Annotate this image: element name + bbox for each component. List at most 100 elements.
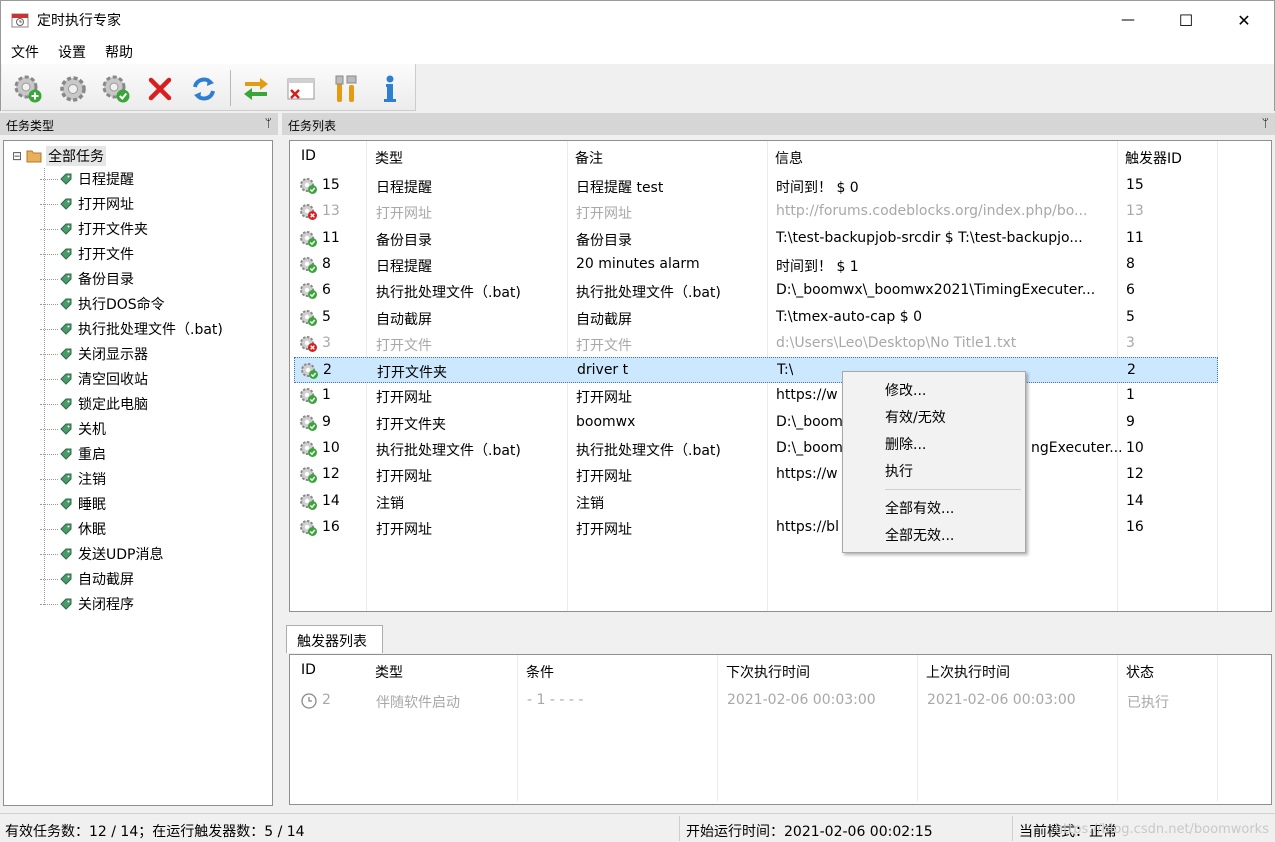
task-type-title: 任务类型 — [6, 119, 55, 133]
close-window-button[interactable] — [285, 73, 317, 105]
trigger-header-condition[interactable]: 条件 — [526, 662, 554, 682]
task-row[interactable]: 2 打开文件夹 driver t T:\ 2 — [294, 357, 1218, 384]
tree-item-label: 执行DOS命令 — [78, 297, 165, 313]
tree-item-label: 休眠 — [78, 522, 106, 538]
tree-item[interactable]: 打开网址 — [40, 193, 134, 215]
tree-item[interactable]: 锁定此电脑 — [40, 393, 148, 415]
tree-item[interactable]: 打开文件夹 — [40, 218, 148, 240]
tree-connector — [40, 303, 58, 305]
tree-item[interactable]: 注销 — [40, 468, 106, 490]
switch-button[interactable] — [240, 73, 272, 105]
task-enabled-icon — [300, 283, 317, 300]
app-icon — [11, 13, 29, 28]
tree-item[interactable]: 清空回收站 — [40, 368, 148, 390]
task-note: 20 minutes alarm — [576, 255, 700, 272]
task-disabled-icon — [300, 335, 317, 352]
task-trigger-id: 11 — [1126, 229, 1144, 246]
enable-task-button[interactable] — [100, 73, 132, 105]
minimize-button[interactable]: — — [1099, 1, 1157, 39]
ctx-delete[interactable]: 删除... — [885, 434, 926, 454]
task-info: T:\ — [777, 362, 794, 379]
task-row[interactable]: 14 注销 注销 14 — [294, 489, 1218, 515]
task-trigger-id: 2 — [1127, 362, 1136, 379]
tree-connector — [40, 428, 58, 430]
tree-item[interactable]: 关闭显示器 — [40, 343, 148, 365]
toolbar-separator — [230, 70, 231, 106]
tools-button[interactable] — [330, 73, 362, 105]
close-button[interactable]: ✕ — [1215, 1, 1273, 39]
tree-item[interactable]: 日程提醒 — [40, 168, 134, 190]
tree-item-label: 锁定此电脑 — [78, 397, 148, 413]
task-row[interactable]: 10 执行批处理文件（.bat) 执行批处理文件（.bat) D:\_boom ngEx… — [294, 436, 1218, 462]
task-row[interactable]: 16 打开网址 打开网址 https://bl 16 — [294, 515, 1218, 541]
task-tag-icon — [60, 573, 72, 585]
task-row[interactable]: 6 执行批处理文件（.bat) 执行批处理文件（.bat) D:\_boomwx\_b… — [294, 278, 1218, 304]
tree-item[interactable]: 执行批处理文件（.bat) — [40, 318, 223, 340]
column-divider — [917, 655, 918, 801]
task-row[interactable]: 15 日程提醒 日程提醒 test 时间到！ $ 0 15 — [294, 173, 1218, 199]
column-header-note[interactable]: 备注 — [575, 148, 603, 168]
tree-item[interactable]: 睡眠 — [40, 493, 106, 515]
menu-file[interactable]: 文件 — [11, 42, 39, 62]
tree-item-label: 注销 — [78, 472, 106, 488]
trigger-row[interactable]: 2 伴随软件启动 - 1 - - - - 2021-02-06 00:03:00… — [294, 688, 1218, 714]
task-id: 1 — [322, 387, 331, 404]
delete-task-button[interactable] — [144, 73, 176, 105]
menu-settings[interactable]: 设置 — [58, 42, 86, 62]
tree-connector — [40, 178, 58, 180]
tree-connector — [40, 553, 58, 555]
settings-button[interactable] — [57, 73, 89, 105]
add-task-button[interactable] — [12, 73, 44, 105]
pin-icon[interactable]: ᛘ — [1262, 116, 1269, 130]
task-row[interactable]: 1 打开网址 打开网址 https://w 1 — [294, 383, 1218, 409]
tree-item[interactable]: 自动截屏 — [40, 568, 134, 590]
ctx-disable-all[interactable]: 全部无效... — [885, 525, 954, 545]
ctx-enable-all[interactable]: 全部有效... — [885, 498, 954, 518]
column-header-type[interactable]: 类型 — [375, 148, 403, 168]
tree-item[interactable]: 备份目录 — [40, 268, 134, 290]
tab-trigger-list[interactable]: 触发器列表 — [286, 625, 383, 653]
tree-item[interactable]: 打开文件 — [40, 243, 134, 265]
maximize-button[interactable]: ☐ — [1157, 1, 1215, 39]
task-tag-icon — [60, 398, 72, 410]
ctx-modify[interactable]: 修改... — [885, 380, 926, 400]
task-row[interactable]: 5 自动截屏 自动截屏 T:\tmex-auto-cap $ 0 5 — [294, 305, 1218, 331]
tree-item[interactable]: 关机 — [40, 418, 106, 440]
task-info: https://w — [776, 466, 838, 483]
tree-item[interactable]: 重启 — [40, 443, 106, 465]
column-header-trigger-id[interactable]: 触发器ID — [1125, 148, 1182, 168]
status-task-count: 有效任务数：12 / 14；在运行触发器数：5 / 14 — [5, 824, 305, 840]
refresh-button[interactable] — [188, 73, 220, 105]
tree-item[interactable]: 关闭程序 — [40, 593, 134, 615]
ctx-execute[interactable]: 执行 — [885, 461, 913, 481]
toolbar — [2, 64, 416, 111]
task-tag-icon — [60, 173, 72, 185]
tree-item[interactable]: 执行DOS命令 — [40, 293, 165, 315]
task-row[interactable]: 11 备份目录 备份目录 T:\test-backupjob-srcdir $ T:\… — [294, 226, 1218, 252]
collapse-icon[interactable]: ⊟ — [12, 149, 22, 163]
task-row[interactable]: 8 日程提醒 20 minutes alarm 时间到！ $ 1 8 — [294, 252, 1218, 278]
tree-root[interactable]: ⊟ 全部任务 — [12, 146, 107, 166]
tree-connector — [40, 403, 58, 405]
ctx-toggle-enabled[interactable]: 有效/无效 — [885, 407, 946, 427]
trigger-header-type[interactable]: 类型 — [375, 662, 403, 682]
status-separator — [679, 816, 680, 841]
menu-help[interactable]: 帮助 — [105, 42, 133, 62]
column-header-id[interactable]: ID — [301, 148, 316, 164]
task-row[interactable]: 3 打开文件 打开文件 d:\Users\Leo\Desktop\No Title1.… — [294, 331, 1218, 357]
trigger-header-status[interactable]: 状态 — [1126, 662, 1154, 682]
info-button[interactable] — [374, 73, 406, 105]
task-row[interactable]: 13 打开网址 打开网址 http://forums.codeblocks.org/i… — [294, 199, 1218, 225]
trigger-header-last-time[interactable]: 上次执行时间 — [926, 662, 1010, 682]
column-header-info[interactable]: 信息 — [775, 148, 803, 168]
tree-item-label: 打开文件夹 — [78, 222, 148, 238]
task-row[interactable]: 9 打开文件夹 boomwx D:\_boom 9 — [294, 410, 1218, 436]
trigger-header-id[interactable]: ID — [301, 662, 316, 678]
task-row[interactable]: 12 打开网址 打开网址 https://w 12 — [294, 462, 1218, 488]
tree-item[interactable]: 休眠 — [40, 518, 106, 540]
trigger-header-next-time[interactable]: 下次执行时间 — [726, 662, 810, 682]
pin-icon[interactable]: ᛘ — [265, 116, 272, 130]
task-trigger-id: 15 — [1126, 177, 1144, 193]
trigger-last-time: 2021-02-06 00:03:00 — [927, 692, 1076, 708]
tree-item[interactable]: 发送UDP消息 — [40, 543, 163, 565]
